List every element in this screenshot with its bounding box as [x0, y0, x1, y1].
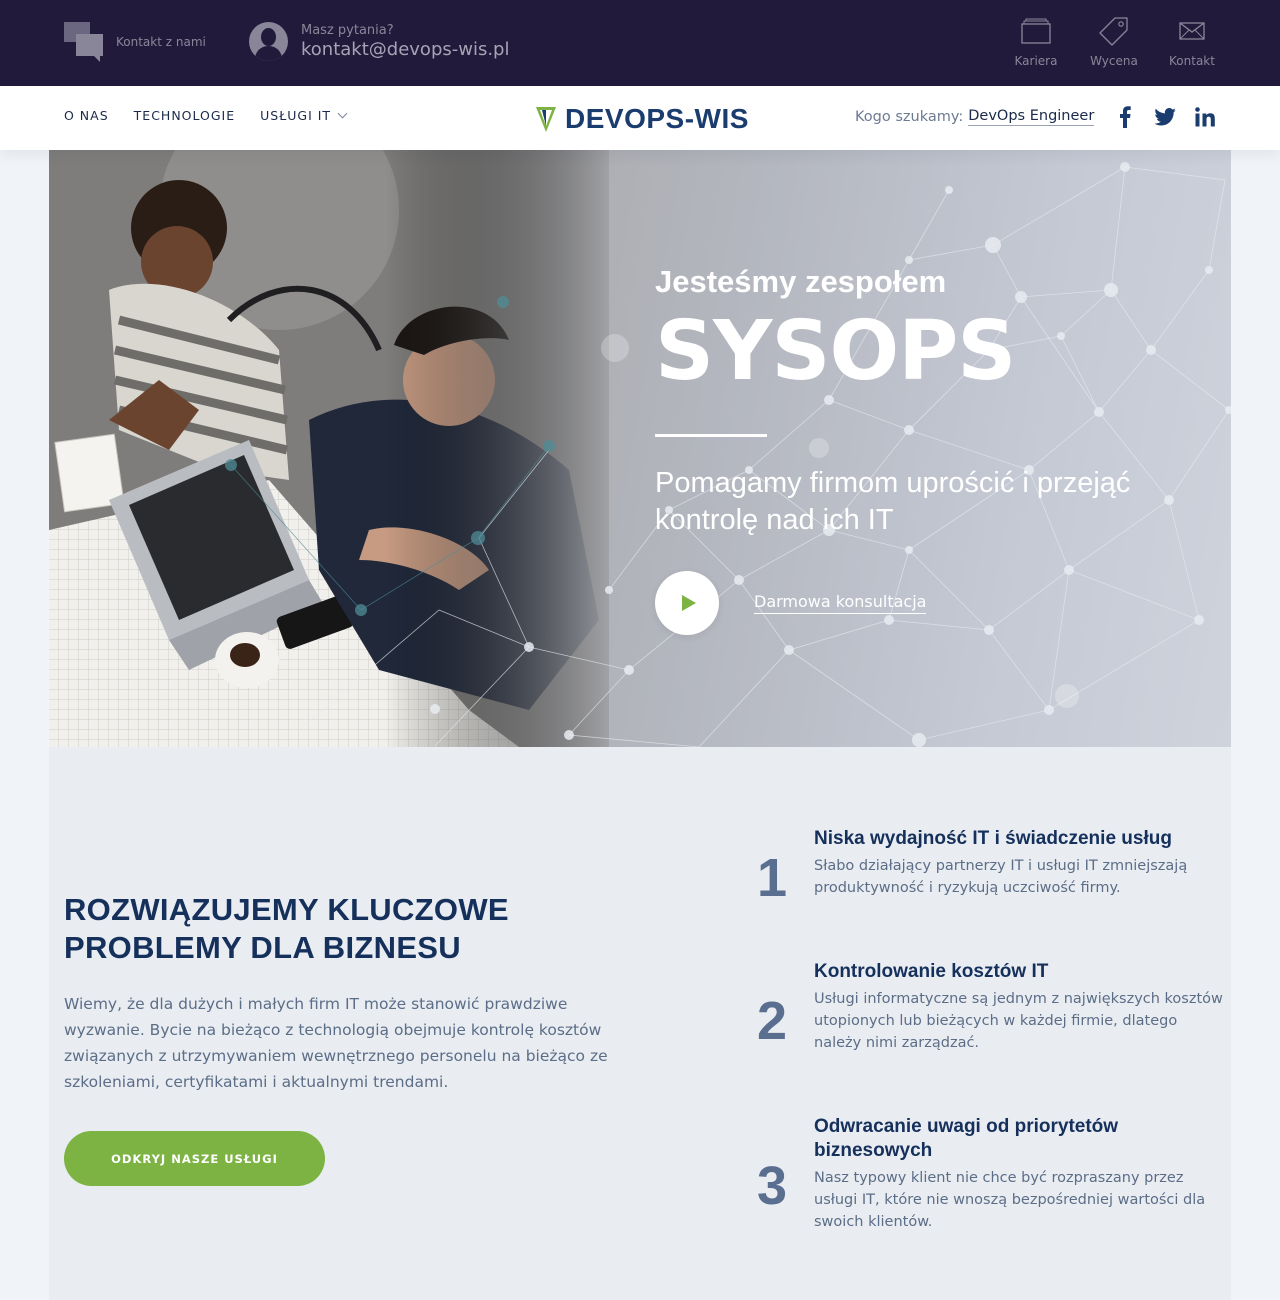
user-icon	[249, 22, 288, 61]
linkedin-icon[interactable]	[1194, 106, 1216, 128]
nav-item-uslugi-it[interactable]: USŁUGI IT	[260, 108, 348, 123]
play-button[interactable]	[655, 571, 719, 635]
problem-number: 1	[756, 848, 788, 908]
questions-label: Masz pytania?	[301, 22, 394, 38]
logo-mark-icon	[536, 107, 556, 132]
logo[interactable]: DEVOPS-WIS	[535, 103, 749, 135]
social-links	[1114, 106, 1216, 128]
top-link-wycena[interactable]: Wycena	[1090, 16, 1138, 68]
problem-number: 2	[756, 991, 788, 1051]
top-link-kariera[interactable]: Kariera	[1012, 16, 1060, 68]
hero-banner: Jesteśmy zespołem SYSOPS Pomagamy firmom…	[49, 150, 1231, 747]
section-title: ROZWIĄZUJEMY KLUCZOWE PROBLEMY DLA BIZNE…	[64, 892, 509, 965]
hero-title: SYSOPS	[655, 304, 1016, 399]
contact-email-block: Masz pytania? kontakt@devops-wis.pl	[249, 22, 510, 61]
facebook-icon[interactable]	[1114, 106, 1136, 128]
seek-label: Kogo szukamy:	[855, 109, 964, 125]
top-link-label: Kariera	[1014, 54, 1058, 68]
price-tag-icon	[1099, 16, 1129, 46]
briefcase-icon	[1021, 16, 1051, 46]
top-link-label: Wycena	[1090, 54, 1138, 68]
problem-description: Słabo działający partnerzy IT i usługi I…	[814, 858, 1188, 896]
top-link-label: Kontakt	[1169, 54, 1215, 68]
contact-email-link[interactable]: kontakt@devops-wis.pl	[301, 39, 510, 61]
hero-content: Jesteśmy zespołem SYSOPS Pomagamy firmom…	[655, 262, 1215, 635]
problem-number: 3	[756, 1156, 788, 1216]
problem-title: Kontrolowanie kosztów IT	[814, 961, 1049, 982]
problem-title: Odwracanie uwagi od priorytetów biznesow…	[814, 1116, 1119, 1161]
contact-us-label: Kontakt z nami	[116, 35, 206, 49]
top-bar: Kontakt z nami Masz pytania? kontakt@dev…	[0, 0, 1280, 86]
hero-divider	[655, 434, 767, 437]
problem-description: Usługi informatyczne są jednym z najwięk…	[814, 991, 1223, 1051]
hero-pre-title: Jesteśmy zespołem	[655, 264, 947, 299]
contact-us-link[interactable]: Kontakt z nami	[64, 22, 206, 62]
nav-item-technologie[interactable]: TECHNOLOGIE	[134, 108, 235, 123]
top-link-kontakt[interactable]: Kontakt	[1168, 16, 1216, 68]
problem-title: Niska wydajność IT i świadczenie usług	[814, 828, 1172, 849]
hero-subtitle: Pomagamy firmom uprościć i przejąć kontr…	[655, 467, 1131, 536]
seek-job-link[interactable]: DevOps Engineer	[968, 108, 1095, 126]
nav-item-o-nas[interactable]: O NAS	[64, 108, 109, 123]
job-search-block: Kogo szukamy: DevOps Engineer	[855, 108, 1095, 126]
logo-text: DEVOPS-WIS	[565, 103, 749, 134]
nav-item-label: USŁUGI IT	[260, 108, 332, 123]
main-nav: O NAS TECHNOLOGIE USŁUGI IT DEVOPS-WIS K…	[0, 86, 1280, 150]
section-text: Wiemy, że dla dużych i małych firm IT mo…	[64, 995, 608, 1091]
problems-section: ROZWIĄZUJEMY KLUCZOWE PROBLEMY DLA BIZNE…	[49, 747, 1231, 1300]
nav-menu: O NAS TECHNOLOGIE USŁUGI IT	[64, 108, 348, 123]
problem-description: Nasz typowy klient nie chce być rozprasz…	[814, 1170, 1206, 1230]
free-consultation-link[interactable]: Darmowa konsultacja	[754, 592, 927, 614]
envelope-icon	[1179, 16, 1205, 46]
discover-services-button[interactable]: ODKRYJ NASZE USŁUGI	[64, 1131, 325, 1186]
hero-cta: Darmowa konsultacja	[655, 571, 1215, 635]
play-icon	[682, 595, 696, 611]
twitter-icon[interactable]	[1154, 106, 1176, 128]
chat-bubbles-icon	[64, 22, 104, 62]
top-links: Kariera Wycena Kontakt	[1012, 16, 1216, 68]
chevron-down-icon	[337, 108, 348, 119]
